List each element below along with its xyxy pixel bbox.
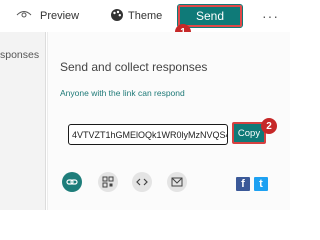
facebook-icon[interactable]: f [236, 177, 250, 191]
palette-icon [110, 8, 124, 25]
responses-tab-label[interactable]: sponses [0, 49, 39, 61]
panel-title: Send and collect responses [60, 60, 208, 74]
audience-setting[interactable]: Anyone with the link can respond [60, 88, 185, 98]
callout-badge-2: 2 [261, 118, 277, 134]
link-icon[interactable] [62, 172, 82, 192]
preview-label: Preview [40, 10, 80, 22]
twitter-icon[interactable]: t [254, 177, 268, 191]
more-options-button[interactable]: ··· [262, 0, 279, 32]
send-button[interactable]: Send [177, 4, 243, 28]
email-icon[interactable] [167, 172, 187, 192]
qr-code-icon[interactable] [98, 172, 118, 192]
eye-icon [16, 10, 32, 23]
share-link-field[interactable]: 4VTVZT1hGMElOQk1WR0lyMzNVQS4u [68, 124, 228, 145]
left-panel: sponses [0, 32, 46, 210]
preview-button[interactable]: Preview [16, 0, 79, 32]
top-toolbar: Preview Theme Send ··· [0, 0, 300, 32]
theme-button[interactable]: Theme [110, 0, 162, 32]
embed-icon[interactable] [132, 172, 152, 192]
theme-label: Theme [128, 10, 163, 22]
